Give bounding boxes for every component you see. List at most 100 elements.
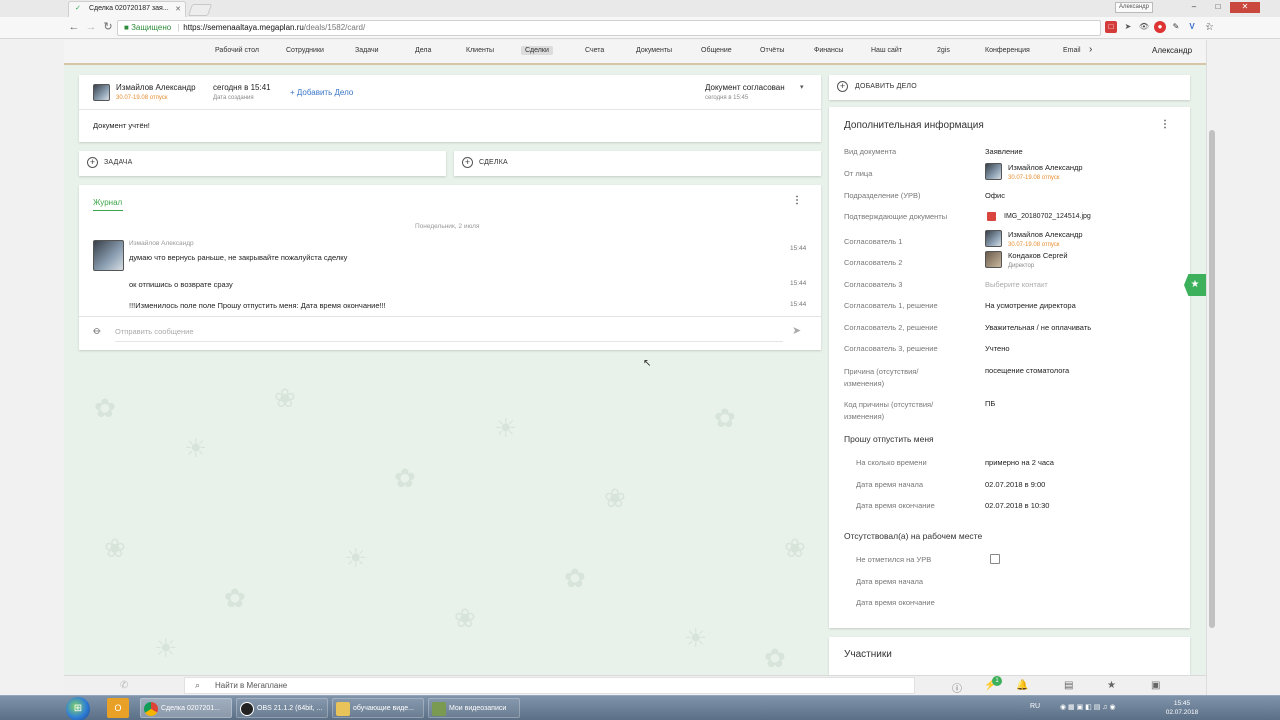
global-search-input[interactable]: ⌕ Найти в Мегаплане [184, 677, 915, 694]
nav-item-employees[interactable]: Сотрудники [286, 47, 324, 54]
taskbar-item-label: обучающие виде... [353, 705, 414, 712]
new-tab-button[interactable] [187, 4, 213, 16]
created-date-label: Дата создания [213, 95, 254, 101]
tab-journal[interactable]: Журнал [93, 198, 122, 207]
taskbar-item-chrome[interactable]: Сделка 0207201... [140, 698, 232, 718]
star-icon[interactable]: ★ [1107, 680, 1116, 691]
avatar[interactable] [93, 84, 110, 101]
nav-item-reports[interactable]: Отчёты [760, 47, 784, 54]
divider [79, 316, 821, 317]
taskbar-item-videos[interactable]: Мои видеозаписи [428, 698, 520, 718]
field-value[interactable]: Уважительная / не оплачивать [985, 323, 1091, 332]
nav-item-finance[interactable]: Финансы [814, 47, 843, 54]
field-value[interactable]: 02.07.2018 в 10:30 [985, 501, 1049, 510]
tray-icons[interactable]: ◉ ▦ ▣ ◧ ▤ ♫ ◉ [1060, 703, 1116, 711]
info-menu-icon[interactable]: ⋮ [1160, 120, 1170, 130]
favorite-star-tab-icon[interactable]: ★ [1184, 274, 1206, 296]
extension-red-icon[interactable]: □ [1105, 21, 1117, 33]
field-value[interactable]: 02.07.2018 в 9:00 [985, 480, 1045, 489]
add-deal-button[interactable]: + СДЕЛКА [454, 151, 821, 176]
nav-item-communication[interactable]: Общение [701, 47, 732, 54]
nav-item-desktop[interactable]: Рабочий стол [215, 47, 259, 54]
back-icon[interactable]: ← [67, 21, 81, 35]
nav-more-chevron-icon[interactable]: › [1089, 44, 1092, 55]
taskbar-item-folder[interactable]: обучающие виде... [332, 698, 424, 718]
outlook-icon[interactable]: O [107, 698, 129, 718]
field-value[interactable]: посещение стоматолога [985, 366, 1069, 375]
nav-item-email[interactable]: Email [1063, 47, 1081, 54]
phone-icon[interactable]: ✆ [120, 680, 128, 691]
deal-button-label: СДЕЛКА [479, 159, 508, 166]
extension-adblock-icon[interactable]: ● [1154, 21, 1166, 33]
reload-icon[interactable]: ↻ [101, 21, 115, 35]
taskbar-item-obs[interactable]: OBS 21.1.2 (64bit, ... [236, 698, 328, 718]
nav-item-tasks[interactable]: Задачи [355, 47, 379, 54]
add-task-link[interactable]: + Добавить Дело [290, 88, 353, 97]
not-checked-in-checkbox[interactable] [990, 554, 1000, 564]
close-tab-icon[interactable]: ✕ [175, 5, 181, 13]
field-sub: Директор [1008, 263, 1035, 269]
field-value[interactable]: Измайлов Александр [1008, 163, 1083, 172]
app-navigation: Рабочий стол Сотрудники Задачи Дела Клие… [64, 40, 1206, 65]
feedback-icon[interactable]: ▣ [1151, 680, 1160, 691]
field-value[interactable]: Измайлов Александр [1008, 230, 1083, 239]
scrollbar-thumb[interactable] [1209, 130, 1215, 628]
bell-icon[interactable]: 🔔 [1016, 680, 1028, 691]
browser-tab[interactable]: ✓ Сделка 020720187 зая... ✕ [68, 1, 186, 17]
extension-eye-icon[interactable]: 👁 [1138, 21, 1150, 33]
message-input[interactable]: Отправить сообщение [115, 327, 194, 336]
chat-icon[interactable]: ▤ [1064, 680, 1073, 691]
avatar[interactable] [985, 163, 1002, 180]
maximize-icon[interactable]: □ [1206, 2, 1230, 13]
field-value[interactable]: Учтено [985, 344, 1010, 353]
info-circle-icon[interactable]: ⓘ [952, 680, 962, 695]
avatar[interactable] [985, 230, 1002, 247]
field-value[interactable]: ПБ [985, 399, 995, 408]
nav-item-invoices[interactable]: Счета [585, 47, 604, 54]
minimize-icon[interactable]: – [1182, 2, 1206, 13]
journal-menu-icon[interactable]: ⋮ [792, 196, 802, 206]
nav-item-conference[interactable]: Конференция [985, 47, 1030, 54]
message-time: 15:44 [790, 301, 807, 308]
nav-item-documents[interactable]: Документы [636, 47, 672, 54]
nav-item-cases[interactable]: Дела [415, 47, 431, 54]
field-value[interactable]: Кондаков Сергей [1008, 251, 1068, 260]
chevron-down-icon[interactable]: ▾ [800, 83, 804, 91]
field-value[interactable]: Офис [985, 191, 1005, 200]
forward-icon[interactable]: → [84, 21, 98, 35]
clock-time: 15:45 [1173, 700, 1191, 707]
system-clock[interactable]: 15:45 02.07.2018 [1164, 699, 1200, 717]
paperclip-icon[interactable]: ⌀ [90, 324, 104, 337]
field-sub: 30.07-19.08 отпуск [1008, 175, 1060, 181]
nav-item-our-site[interactable]: Наш сайт [871, 47, 902, 54]
add-task-button[interactable]: + ЗАДАЧА [79, 151, 446, 176]
select-contact[interactable]: Выберите контакт [985, 280, 1048, 289]
field-label: Дата время окончание [856, 598, 935, 607]
document-status[interactable]: Документ согласован [705, 83, 785, 92]
extension-arrow-icon[interactable]: ➤ [1122, 21, 1134, 33]
browser-menu-icon[interactable]: ⋮ [1202, 21, 1214, 33]
send-icon[interactable]: ➤ [792, 324, 801, 337]
extension-tool-icon[interactable]: ✎ [1170, 21, 1182, 33]
address-bar[interactable]: ■ Защищено | https://semenaaltaya.megaplan… [117, 20, 1214, 36]
field-value[interactable]: Заявление [985, 147, 1023, 156]
close-window-icon[interactable]: ✕ [1230, 2, 1260, 13]
avatar[interactable] [93, 240, 124, 271]
browser-profile-chip[interactable]: Александр [1115, 2, 1153, 13]
nav-item-2gis[interactable]: 2gis [937, 47, 950, 54]
extension-v-icon[interactable]: V [1186, 21, 1198, 33]
current-user-name[interactable]: Александр [1152, 46, 1192, 55]
message-author[interactable]: Измайлов Александр [129, 240, 194, 247]
field-value[interactable]: На усмотрение директора [985, 301, 1076, 310]
field-value[interactable]: примерно на 2 часа [985, 458, 1054, 467]
page-scrollbar[interactable] [1206, 40, 1217, 695]
author-name[interactable]: Измайлов Александр [116, 83, 196, 92]
language-indicator[interactable]: RU [1030, 703, 1040, 710]
start-button-icon[interactable]: ⊞ [66, 697, 90, 720]
nav-item-deals[interactable]: Сделки [521, 46, 553, 55]
nav-item-clients[interactable]: Клиенты [466, 47, 494, 54]
avatar[interactable] [985, 251, 1002, 268]
add-case-button[interactable]: + ДОБАВИТЬ ДЕЛО [829, 75, 1190, 100]
message-time: 15:44 [790, 245, 807, 252]
attachment-link[interactable]: IMG_20180702_124514.jpg [1004, 213, 1091, 220]
